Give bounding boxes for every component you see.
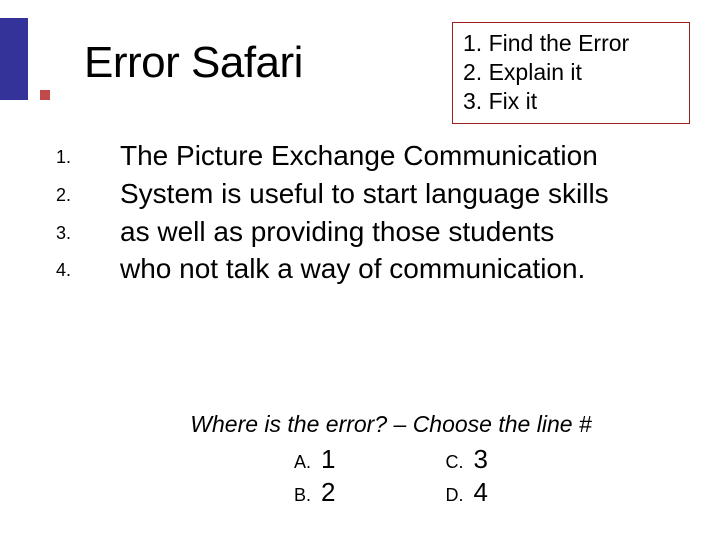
steps-box: 1. Find the Error 2. Explain it 3. Fix i… <box>452 22 690 124</box>
sentence-line-1: The Picture Exchange Communication <box>56 138 686 174</box>
accent-bar <box>0 18 28 100</box>
sentence-text: The Picture Exchange Communication <box>120 140 598 171</box>
accent-square <box>40 90 50 100</box>
option-letter: A. <box>294 452 311 473</box>
step-line-1: 1. Find the Error <box>463 29 679 58</box>
sentence-list: The Picture Exchange Communication Syste… <box>56 138 686 289</box>
sentence-line-2: System is useful to start language skill… <box>56 176 686 212</box>
option-value: 1 <box>321 444 335 475</box>
slide: Error Safari 1. Find the Error 2. Explai… <box>0 0 720 540</box>
step-line-2: 2. Explain it <box>463 58 679 87</box>
step-line-3: 3. Fix it <box>463 87 679 116</box>
question-overlay: Where is the error? – Choose the line # … <box>106 409 676 518</box>
option-a[interactable]: A. 1 <box>294 444 335 475</box>
option-value: 4 <box>474 477 488 508</box>
option-value: 2 <box>321 477 335 508</box>
sentence-text: who not talk a way of communication. <box>120 253 585 284</box>
option-value: 3 <box>474 444 488 475</box>
option-letter: B. <box>294 485 311 506</box>
option-letter: D. <box>446 485 464 506</box>
option-c[interactable]: C. 3 <box>446 444 488 475</box>
sentence-text: as well as providing those students <box>120 216 554 247</box>
slide-title: Error Safari <box>84 38 303 88</box>
option-letter: C. <box>446 452 464 473</box>
options-col-right: C. 3 D. 4 <box>446 444 488 508</box>
sentence-text: System is useful to start language skill… <box>120 178 609 209</box>
option-b[interactable]: B. 2 <box>294 477 335 508</box>
options-col-left: A. 1 B. 2 <box>294 444 335 508</box>
options-row: A. 1 B. 2 C. 3 D. 4 <box>106 444 676 508</box>
sentence-line-3: as well as providing those students <box>56 214 686 250</box>
option-d[interactable]: D. 4 <box>446 477 488 508</box>
question-prompt: Where is the error? – Choose the line # <box>106 409 676 438</box>
sentence-line-4: who not talk a way of communication. <box>56 251 686 287</box>
